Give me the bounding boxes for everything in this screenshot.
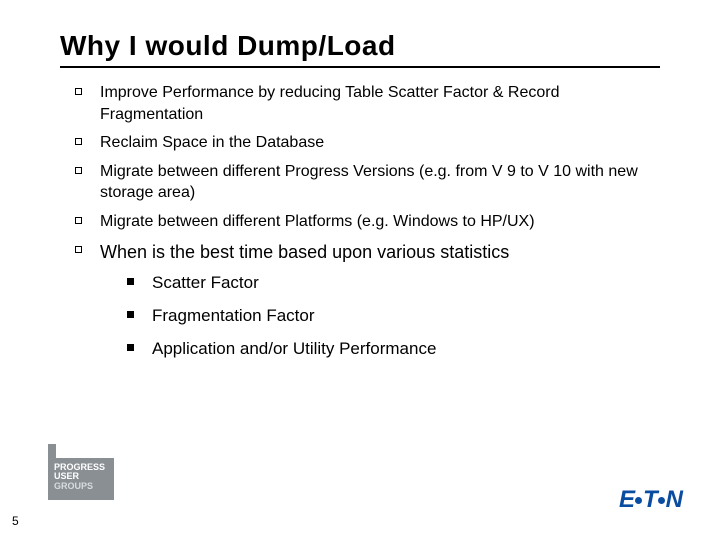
eaton-logo-text: T — [643, 486, 657, 514]
sub-bullet-item: Fragmentation Factor — [127, 305, 660, 328]
sub-bullet-text: Fragmentation Factor — [152, 305, 315, 328]
bullet-text: Migrate between different Progress Versi… — [100, 161, 660, 204]
bullet-item: Improve Performance by reducing Table Sc… — [75, 82, 660, 125]
hollow-square-icon — [75, 246, 82, 253]
bullet-item: Reclaim Space in the Database — [75, 132, 660, 154]
pug-line: GROUPS — [54, 482, 108, 491]
sub-bullet-list: Scatter Factor Fragmentation Factor Appl… — [75, 272, 660, 361]
title-area: Why I would Dump/Load — [0, 0, 720, 68]
eaton-logo-text: N — [666, 486, 682, 514]
bullet-text: Reclaim Space in the Database — [100, 132, 324, 154]
eaton-logo-text: E — [619, 486, 634, 514]
sub-bullet-text: Scatter Factor — [152, 272, 259, 295]
content-area: Improve Performance by reducing Table Sc… — [0, 68, 720, 361]
filled-square-icon — [127, 311, 134, 318]
dot-icon — [635, 497, 642, 504]
bullet-item: Migrate between different Progress Versi… — [75, 161, 660, 204]
slide-title: Why I would Dump/Load — [60, 30, 660, 68]
bullet-text: When is the best time based upon various… — [100, 240, 509, 265]
bullet-text: Migrate between different Platforms (e.g… — [100, 211, 535, 233]
filled-square-icon — [127, 344, 134, 351]
eaton-logo: E T N — [619, 486, 682, 514]
filled-square-icon — [127, 278, 134, 285]
sub-bullet-text: Application and/or Utility Performance — [152, 338, 436, 361]
hollow-square-icon — [75, 88, 82, 95]
sub-bullet-item: Application and/or Utility Performance — [127, 338, 660, 361]
progress-user-groups-badge: PROGRESS USER GROUPS — [48, 458, 114, 500]
sub-bullet-item: Scatter Factor — [127, 272, 660, 295]
bullet-item: Migrate between different Platforms (e.g… — [75, 211, 660, 233]
dot-icon — [658, 497, 665, 504]
slide: Why I would Dump/Load Improve Performanc… — [0, 0, 720, 540]
page-number: 5 — [12, 514, 19, 528]
hollow-square-icon — [75, 167, 82, 174]
bullet-text: Improve Performance by reducing Table Sc… — [100, 82, 660, 125]
hollow-square-icon — [75, 138, 82, 145]
hollow-square-icon — [75, 217, 82, 224]
bullet-item: When is the best time based upon various… — [75, 240, 660, 265]
